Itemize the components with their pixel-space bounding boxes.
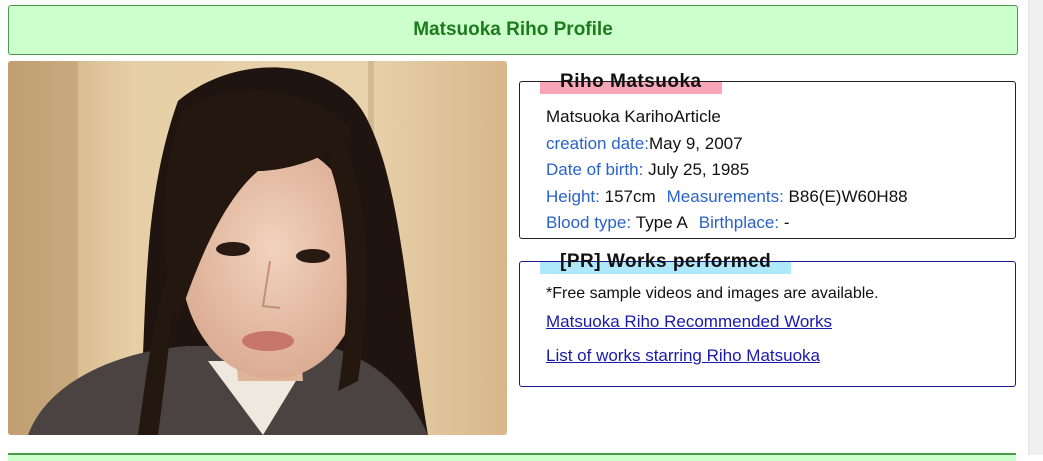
birth-date-value: July 25, 1985 xyxy=(648,160,750,179)
measurements-label: Measurements: xyxy=(666,186,784,206)
creation-date-label: creation date: xyxy=(546,133,650,153)
page-title: Matsuoka Riho Profile xyxy=(413,19,613,40)
profile-name-heading: Riho Matsuoka xyxy=(540,70,722,94)
profile-header: Matsuoka Riho Profile xyxy=(8,5,1018,55)
next-section-bar xyxy=(8,453,1016,461)
birth-date-label: Date of birth: xyxy=(546,160,644,179)
works-heading: [PR] Works performed xyxy=(540,250,792,274)
blood-birthplace-row: Blood type: Type A Birthplace: - xyxy=(546,210,908,237)
creation-date-row: creation date:May 9, 2007 xyxy=(546,131,908,158)
article-text: Matsuoka KarihoArticle xyxy=(546,107,721,126)
birth-date-row: Date of birth: July 25, 1985 xyxy=(546,157,908,184)
profile-photo xyxy=(8,61,507,435)
recommended-works-link[interactable]: Matsuoka Riho Recommended Works xyxy=(546,312,832,332)
article-row: Matsuoka KarihoArticle xyxy=(546,104,908,131)
works-note: *Free sample videos and images are avail… xyxy=(546,285,879,302)
birthplace-label: Birthplace: xyxy=(698,213,780,232)
measurements-value: B86(E)W60H88 xyxy=(788,186,908,206)
height-measurements-row: Height: 157cm Measurements: B86(E)W60H88 xyxy=(546,184,908,211)
starring-works-link[interactable]: List of works starring Riho Matsuoka xyxy=(546,346,820,366)
profile-info-box: Riho Matsuoka Matsuoka KarihoArticle cre… xyxy=(519,70,1016,239)
height-label: Height: xyxy=(546,186,600,206)
scrollbar[interactable] xyxy=(1028,0,1043,455)
blood-type-label: Blood type: xyxy=(546,213,632,232)
birthplace-value: - xyxy=(783,213,790,232)
height-value: 157cm xyxy=(604,186,656,206)
creation-date-value: May 9, 2007 xyxy=(649,133,743,153)
blood-type-value: Type A xyxy=(635,213,688,232)
works-box: [PR] Works performed *Free sample videos… xyxy=(519,250,1016,387)
